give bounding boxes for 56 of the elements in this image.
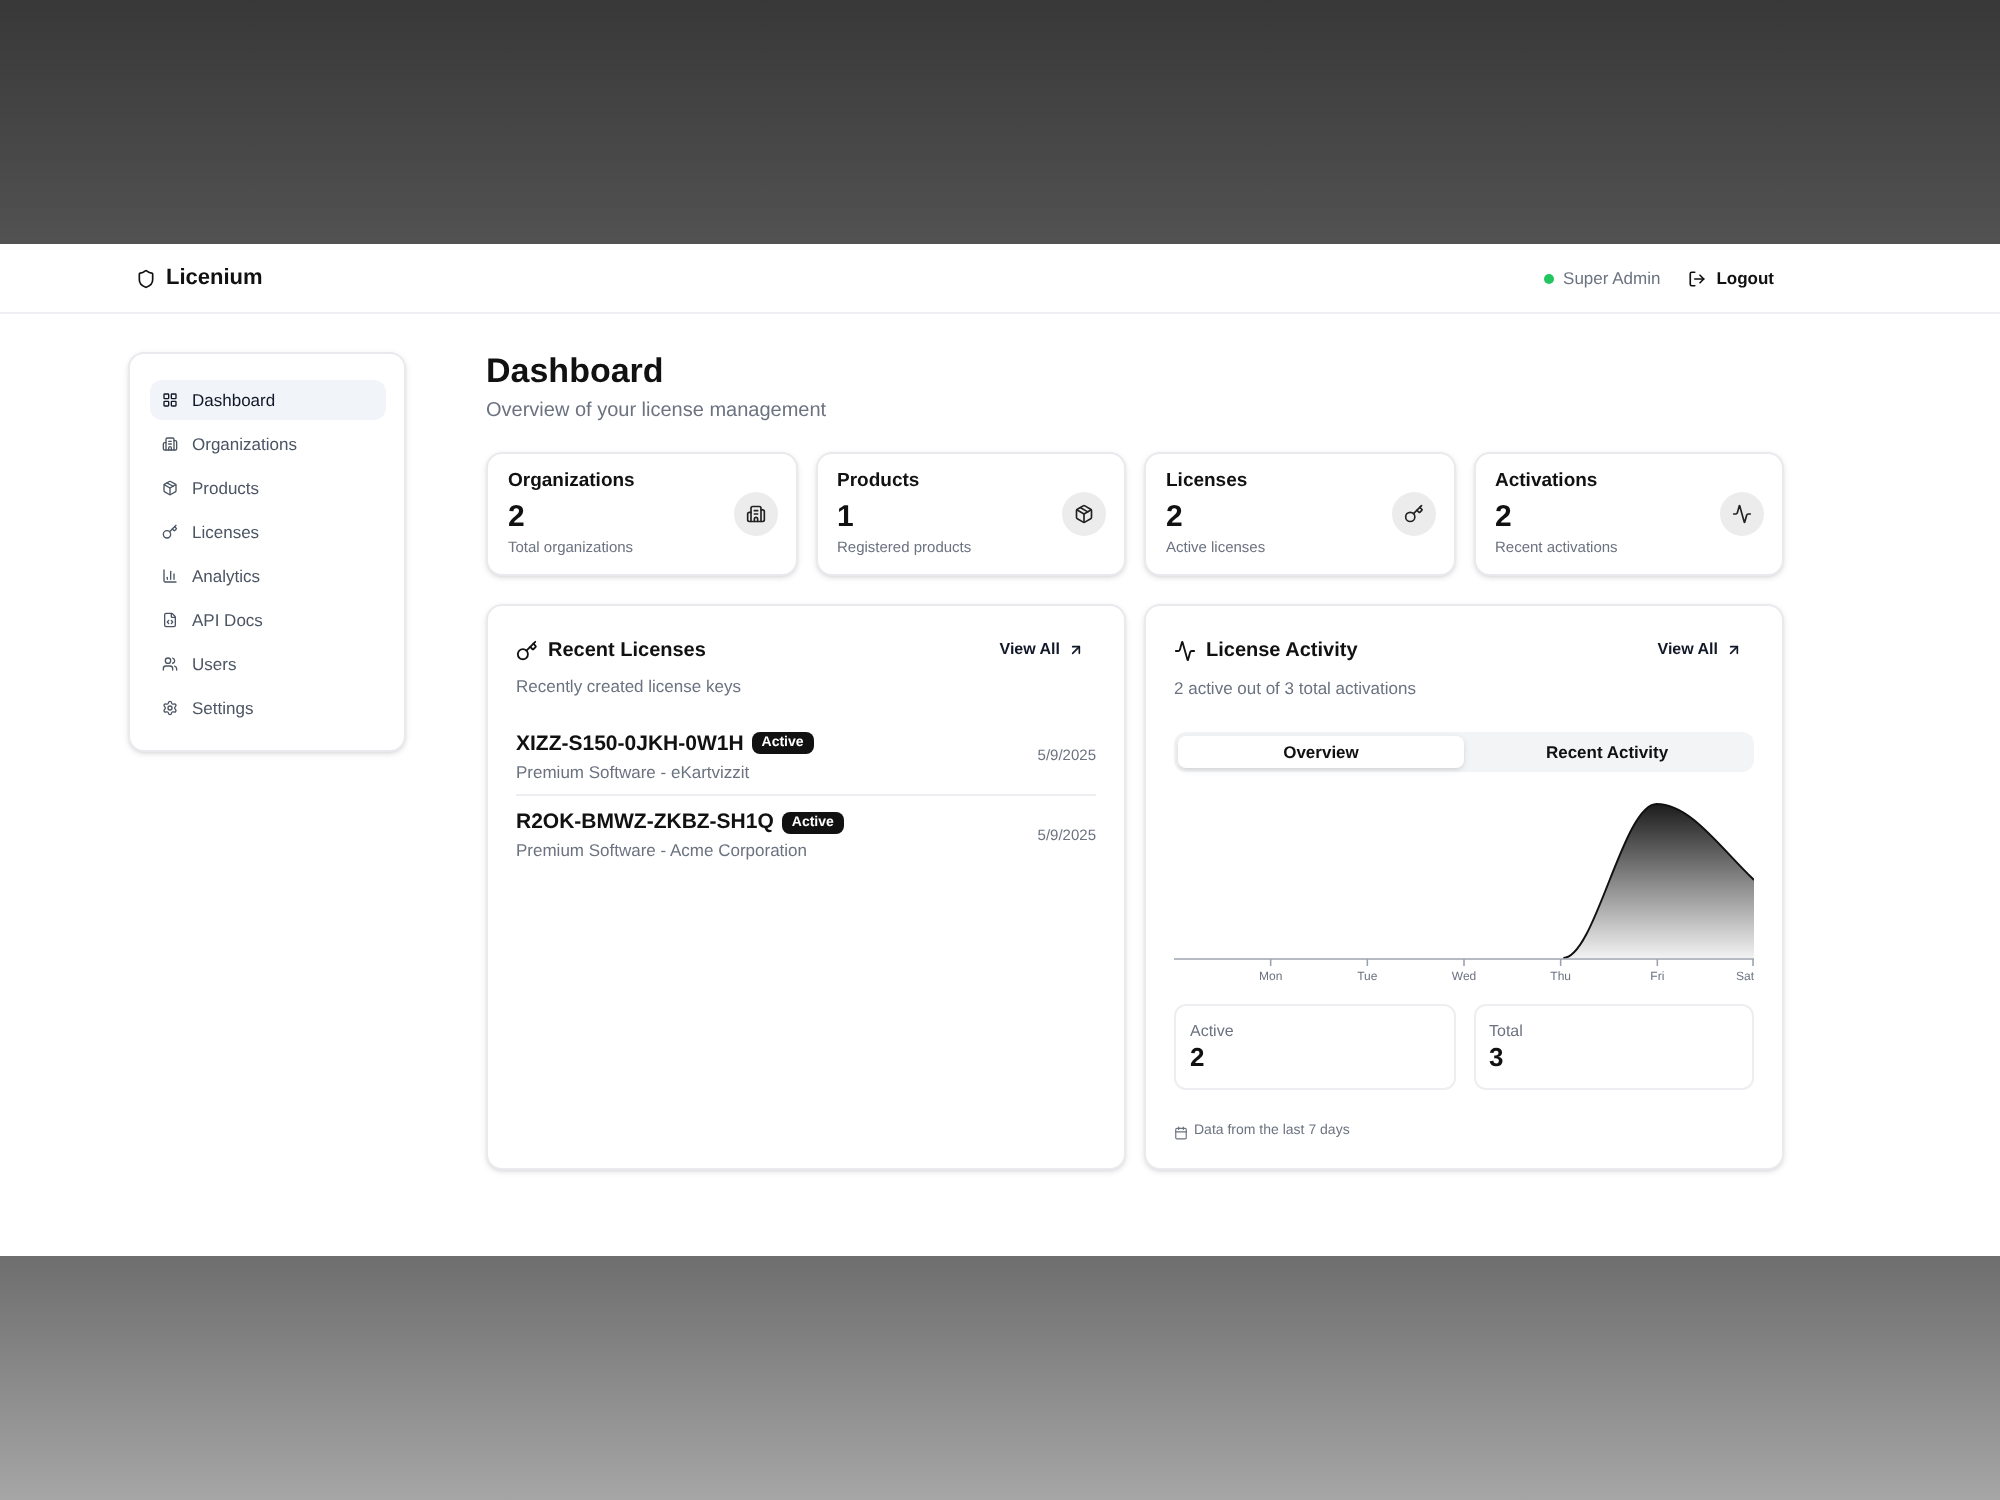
nav-item[interactable]: Licenses [150, 512, 386, 552]
card-title: License Activity [1206, 637, 1358, 665]
summary-label: Active [1190, 1020, 1236, 1042]
stat-value: 2 [508, 498, 527, 538]
logout-icon [1688, 269, 1707, 287]
stat-value: 2 [1495, 498, 1514, 538]
stat-title: Licenses [1166, 470, 1250, 494]
stat-title: Products [837, 470, 922, 494]
tab[interactable]: Recent Activity [1464, 736, 1750, 768]
nav-item[interactable]: Users [150, 644, 386, 684]
license-key: XIZZ-S150-0JKH-0W1H [516, 729, 744, 757]
grid-icon [162, 392, 178, 408]
summary-label: Total [1489, 1020, 1525, 1042]
app-name: Licenium [166, 263, 263, 294]
card-subtitle: 2 active out of 3 total activations [1174, 676, 1418, 700]
key-icon [516, 639, 538, 661]
nav-item[interactable]: Dashboard [150, 380, 386, 420]
key-icon [162, 524, 178, 540]
file-icon [162, 612, 178, 628]
view-all-button[interactable]: View All [1645, 632, 1754, 668]
stat-title: Activations [1495, 470, 1600, 494]
card-subtitle: Recently created license keys [516, 674, 743, 698]
arrow-up-right-icon [1068, 642, 1084, 658]
nav-item[interactable]: API Docs [150, 600, 386, 640]
license-key: R2OK-BMWZ-ZKBZ-SH1Q [516, 808, 774, 836]
page-subtitle: Overview of your license management [486, 398, 829, 426]
bar-chart-icon [162, 568, 178, 584]
summary-value: 3 [1489, 1042, 1506, 1074]
page-title: Dashboard [486, 352, 666, 392]
nav-item[interactable]: Products [150, 468, 386, 508]
pulse-icon [1720, 492, 1764, 536]
nav-item[interactable]: Analytics [150, 556, 386, 596]
settings-icon [162, 700, 178, 716]
shield-icon [136, 267, 156, 289]
box-icon [162, 480, 178, 496]
key-icon [1391, 492, 1435, 536]
users-icon [162, 656, 178, 672]
summary-value: 2 [1190, 1042, 1207, 1074]
card-title: Recent Licenses [548, 637, 706, 665]
building-icon [162, 436, 178, 452]
tab[interactable]: Overview [1178, 736, 1464, 768]
user-name: Super Admin [1563, 265, 1661, 291]
pulse-icon [1174, 639, 1196, 661]
stat-title: Organizations [508, 470, 635, 494]
stat-value: 1 [837, 498, 856, 538]
building-icon [733, 492, 777, 536]
logout-button[interactable]: Logout [1688, 265, 1774, 291]
nav-item[interactable]: Organizations [150, 424, 386, 464]
product-name: Premium Software - Acme Corporation [516, 838, 809, 862]
arrow-up-right-icon [1726, 642, 1742, 658]
calendar-icon [1174, 1125, 1188, 1139]
box-icon [1062, 492, 1106, 536]
view-all-button[interactable]: View All [987, 632, 1096, 668]
product-name: Premium Software - eKartvizzit [516, 759, 752, 783]
nav-item[interactable]: Settings [150, 688, 386, 728]
stat-value: 2 [1166, 498, 1185, 538]
